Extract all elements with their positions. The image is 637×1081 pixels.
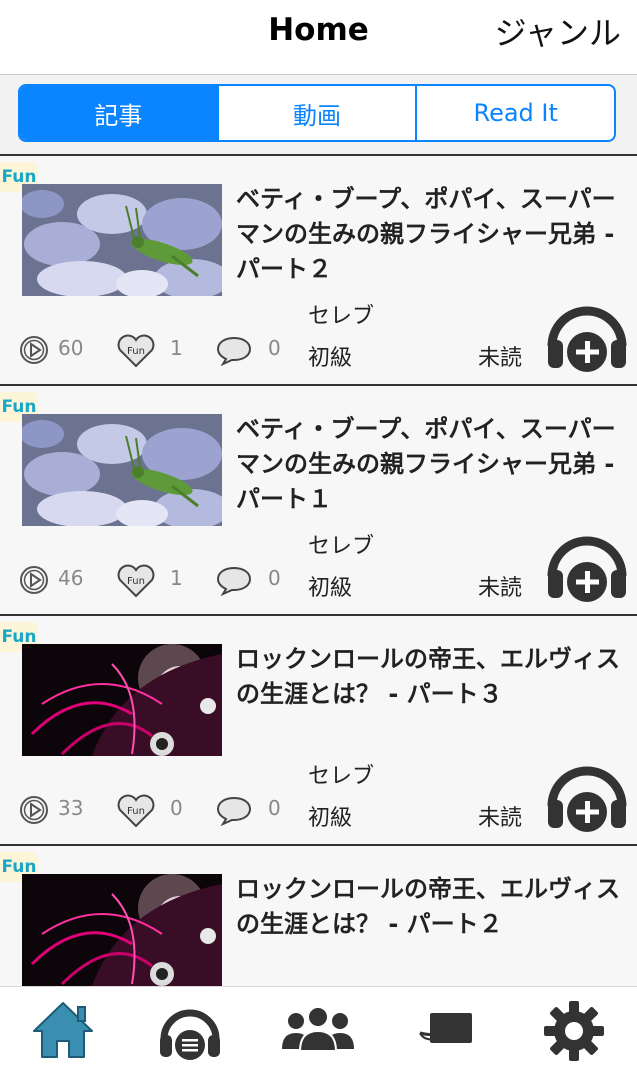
- play-count: 33: [58, 796, 84, 820]
- play-count-icon: [20, 336, 48, 364]
- article-list: Fun ベティ・ブープ、ポパイ、スーパーマンの生みの親フライシャー兄弟 - パー…: [0, 156, 637, 986]
- comment-count: 0: [268, 566, 281, 590]
- headphones-list-icon[interactable]: [158, 999, 222, 1063]
- play-count: 60: [58, 336, 84, 360]
- tab-articles[interactable]: 記事: [20, 86, 217, 140]
- article-card[interactable]: Fun ロックンロールの帝王、エルヴィスの生涯とは？ - パート３ 33 Fun…: [0, 616, 637, 846]
- comment-count: 0: [268, 796, 281, 820]
- genre-button[interactable]: ジャンル: [495, 8, 621, 54]
- tab-read-it[interactable]: Read It: [415, 86, 614, 140]
- fun-heart-icon[interactable]: Fun: [116, 334, 156, 368]
- segment-bar: 記事 動画 Read It: [0, 75, 637, 156]
- article-card[interactable]: Fun ベティ・ブープ、ポパイ、スーパーマンの生みの親フライシャー兄弟 - パー…: [0, 386, 637, 616]
- people-icon[interactable]: [278, 999, 358, 1059]
- read-status: 未読: [478, 346, 523, 371]
- article-thumbnail[interactable]: [22, 414, 222, 526]
- level-label: 初級: [308, 346, 353, 371]
- svg-text:Fun: Fun: [127, 806, 145, 817]
- tab-bar: [0, 986, 637, 1081]
- read-status: 未読: [478, 576, 523, 601]
- play-count: 46: [58, 566, 84, 590]
- play-count-icon: [20, 566, 48, 594]
- home-icon[interactable]: [30, 999, 96, 1061]
- article-title[interactable]: ベティ・ブープ、ポパイ、スーパーマンの生みの親フライシャー兄弟 - パート１: [236, 412, 626, 517]
- comment-icon[interactable]: [216, 564, 252, 596]
- genre-label: セレブ: [308, 304, 375, 329]
- like-count: 1: [170, 336, 183, 360]
- play-count-icon: [20, 796, 48, 824]
- article-thumbnail[interactable]: [22, 644, 222, 756]
- card-icon[interactable]: [414, 999, 478, 1059]
- segmented-control: 記事 動画 Read It: [18, 84, 616, 142]
- tab-videos[interactable]: 動画: [216, 86, 416, 140]
- article-title[interactable]: ロックンロールの帝王、エルヴィスの生涯とは？ - パート３: [236, 642, 626, 712]
- comment-count: 0: [268, 336, 281, 360]
- like-count: 0: [170, 796, 183, 820]
- article-title[interactable]: ベティ・ブープ、ポパイ、スーパーマンの生みの親フライシャー兄弟 - パート２: [236, 182, 626, 287]
- headphones-add-icon[interactable]: [546, 524, 628, 602]
- article-card[interactable]: Fun ベティ・ブープ、ポパイ、スーパーマンの生みの親フライシャー兄弟 - パー…: [0, 156, 637, 386]
- read-status: 未読: [478, 806, 523, 831]
- svg-text:Fun: Fun: [127, 576, 145, 587]
- article-thumbnail[interactable]: [22, 874, 222, 986]
- headphones-add-icon[interactable]: [546, 294, 628, 372]
- gear-icon[interactable]: [542, 999, 606, 1063]
- article-card[interactable]: Fun ロックンロールの帝王、エルヴィスの生涯とは？ - パート２: [0, 846, 637, 986]
- svg-text:Fun: Fun: [127, 346, 145, 357]
- like-count: 1: [170, 566, 183, 590]
- comment-icon[interactable]: [216, 794, 252, 826]
- article-thumbnail[interactable]: [22, 184, 222, 296]
- navigation-bar: Home ジャンル: [0, 0, 637, 75]
- comment-icon[interactable]: [216, 334, 252, 366]
- article-title[interactable]: ロックンロールの帝王、エルヴィスの生涯とは？ - パート２: [236, 872, 626, 942]
- headphones-add-icon[interactable]: [546, 754, 628, 832]
- fun-heart-icon[interactable]: Fun: [116, 794, 156, 828]
- genre-label: セレブ: [308, 534, 375, 559]
- level-label: 初級: [308, 806, 353, 831]
- fun-heart-icon[interactable]: Fun: [116, 564, 156, 598]
- level-label: 初級: [308, 576, 353, 601]
- genre-label: セレブ: [308, 764, 375, 789]
